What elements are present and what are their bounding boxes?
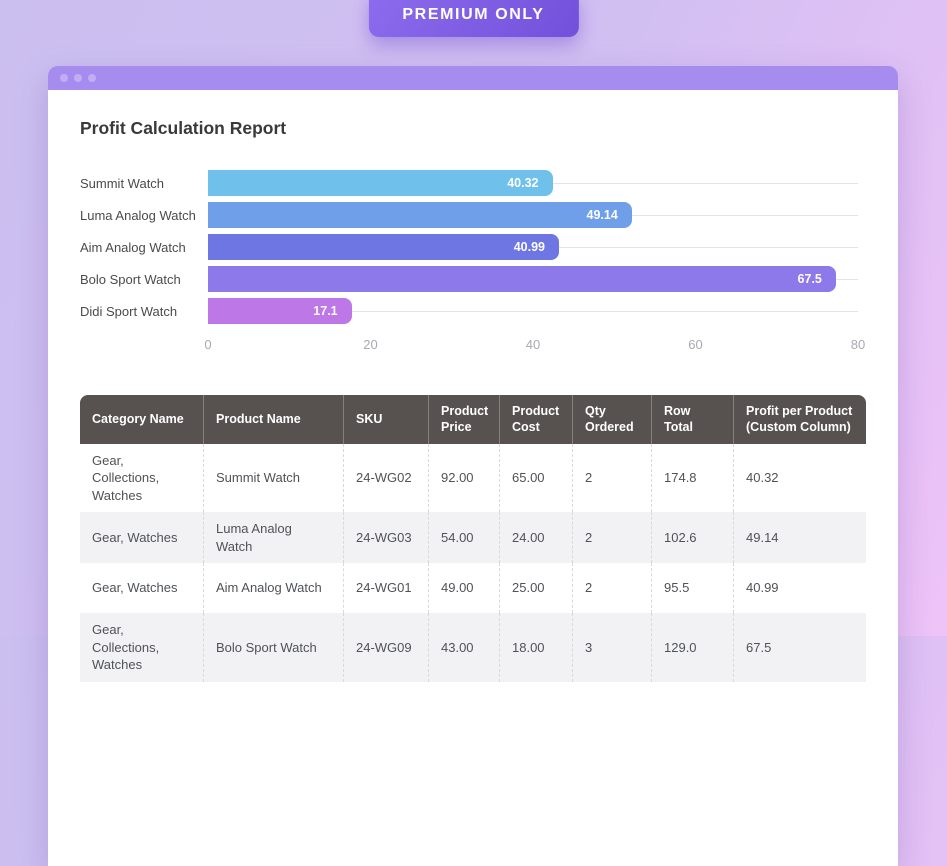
chart-row: Luma Analog Watch 49.14 <box>80 199 866 231</box>
chart-bar-value-label: 49.14 <box>587 208 618 222</box>
table-body: Gear, Collections, WatchesSummit Watch24… <box>80 444 866 682</box>
table-cell: 102.6 <box>652 512 734 563</box>
chart-bar-value-label: 67.5 <box>798 272 822 286</box>
table-cell: Luma Analog Watch <box>204 512 344 563</box>
table-cell: 67.5 <box>734 613 866 682</box>
table-cell: Bolo Sport Watch <box>204 613 344 682</box>
table-row: Gear, WatchesAim Analog Watch24-WG0149.0… <box>80 563 866 613</box>
table-cell: 174.8 <box>652 444 734 513</box>
table-row: Gear, Collections, WatchesSummit Watch24… <box>80 444 866 513</box>
x-axis-tick-label: 60 <box>688 337 702 352</box>
table-cell: 2 <box>573 563 652 613</box>
x-axis-tick-label: 20 <box>363 337 377 352</box>
window-titlebar <box>48 66 898 90</box>
table-cell: 2 <box>573 512 652 563</box>
chart-bar-value-label: 40.99 <box>514 240 545 254</box>
table-cell: 49.14 <box>734 512 866 563</box>
chart-bar: 40.99 <box>208 234 559 260</box>
chart-bar: 67.5 <box>208 266 836 292</box>
table-cell: 24.00 <box>500 512 573 563</box>
column-header: Row Total <box>652 395 734 444</box>
window-control-dot[interactable] <box>88 74 96 82</box>
table-cell: Gear, Watches <box>80 563 204 613</box>
chart-bar: 49.14 <box>208 202 632 228</box>
chart-row: Summit Watch 40.32 <box>80 167 866 199</box>
chart-track: 17.1 <box>208 298 858 324</box>
table-cell: 92.00 <box>429 444 500 513</box>
chart-bar: 17.1 <box>208 298 352 324</box>
chart-category-label: Didi Sport Watch <box>80 304 208 319</box>
column-header: SKU <box>344 395 429 444</box>
table-cell: 24-WG03 <box>344 512 429 563</box>
table-cell: Gear, Collections, Watches <box>80 613 204 682</box>
table-cell: 65.00 <box>500 444 573 513</box>
chart-track: 49.14 <box>208 202 858 228</box>
window-control-dot[interactable] <box>60 74 68 82</box>
table-cell: Gear, Collections, Watches <box>80 444 204 513</box>
column-header: Product Name <box>204 395 344 444</box>
column-header: Profit per Product (Custom Column) <box>734 395 866 444</box>
bar-chart: Summit Watch 40.32 Luma Analog Watch 49.14 A… <box>80 167 866 355</box>
chart-track: 67.5 <box>208 266 858 292</box>
window-control-dot[interactable] <box>74 74 82 82</box>
report-window: Profit Calculation Report Summit Watch 40… <box>48 66 898 866</box>
table-cell: 24-WG01 <box>344 563 429 613</box>
table-cell: 25.00 <box>500 563 573 613</box>
column-header: Category Name <box>80 395 204 444</box>
chart-row: Didi Sport Watch 17.1 <box>80 295 866 327</box>
chart-category-label: Aim Analog Watch <box>80 240 208 255</box>
table-cell: 43.00 <box>429 613 500 682</box>
chart-category-label: Summit Watch <box>80 176 208 191</box>
table-cell: 40.32 <box>734 444 866 513</box>
table-row: Gear, Collections, WatchesBolo Sport Wat… <box>80 613 866 682</box>
table-cell: 54.00 <box>429 512 500 563</box>
table-cell: 95.5 <box>652 563 734 613</box>
table-cell: 24-WG02 <box>344 444 429 513</box>
column-header: Qty Ordered <box>573 395 652 444</box>
table-cell: 18.00 <box>500 613 573 682</box>
premium-badge: PREMIUM ONLY <box>368 0 578 37</box>
table-cell: 3 <box>573 613 652 682</box>
report-table: Category NameProduct NameSKUProduct Pric… <box>80 395 866 682</box>
table-cell: 40.99 <box>734 563 866 613</box>
chart-track: 40.32 <box>208 170 858 196</box>
table-cell: Aim Analog Watch <box>204 563 344 613</box>
table-row: Gear, WatchesLuma Analog Watch24-WG0354.… <box>80 512 866 563</box>
table-cell: 129.0 <box>652 613 734 682</box>
bar-chart-rows: Summit Watch 40.32 Luma Analog Watch 49.14 A… <box>80 167 866 327</box>
report-card: Profit Calculation Report Summit Watch 40… <box>48 90 898 866</box>
column-header: Product Cost <box>500 395 573 444</box>
column-header: Product Price <box>429 395 500 444</box>
table-cell: 24-WG09 <box>344 613 429 682</box>
chart-bar: 40.32 <box>208 170 553 196</box>
table-cell: 49.00 <box>429 563 500 613</box>
table-cell: Summit Watch <box>204 444 344 513</box>
x-axis-tick-label: 0 <box>204 337 211 352</box>
x-axis: 020406080 <box>208 333 858 355</box>
chart-category-label: Luma Analog Watch <box>80 208 208 223</box>
chart-track: 40.99 <box>208 234 858 260</box>
chart-row: Aim Analog Watch 40.99 <box>80 231 866 263</box>
chart-bar-value-label: 17.1 <box>313 304 337 318</box>
chart-category-label: Bolo Sport Watch <box>80 272 208 287</box>
table-cell: 2 <box>573 444 652 513</box>
table-cell: Gear, Watches <box>80 512 204 563</box>
x-axis-tick-label: 40 <box>526 337 540 352</box>
x-axis-tick-label: 80 <box>851 337 865 352</box>
chart-bar-value-label: 40.32 <box>507 176 538 190</box>
table-header-row: Category NameProduct NameSKUProduct Pric… <box>80 395 866 444</box>
page-title: Profit Calculation Report <box>80 118 866 139</box>
chart-row: Bolo Sport Watch 67.5 <box>80 263 866 295</box>
